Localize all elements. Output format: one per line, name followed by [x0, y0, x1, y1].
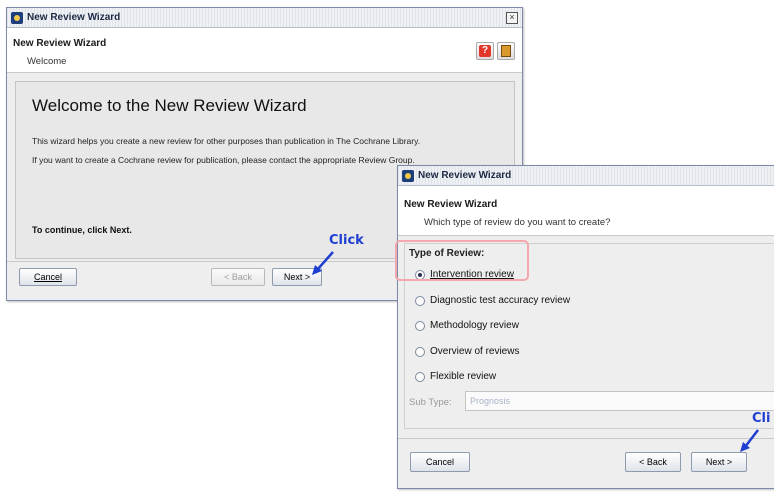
- header-subtitle: Which type of review do you want to crea…: [424, 217, 611, 228]
- wizard-header: New Review Wizard Welcome ?: [7, 28, 522, 73]
- radio-label: Diagnostic test accuracy review: [430, 295, 571, 306]
- radio-diagnostic-test-accuracy-review[interactable]: Diagnostic test accuracy review: [415, 295, 570, 306]
- radio-unselected-icon: [415, 320, 425, 331]
- radio-label: Methodology review: [430, 320, 519, 331]
- click-arrow-icon: [740, 429, 759, 452]
- review-type-title-bar[interactable]: New Review Wizard: [398, 166, 774, 186]
- radio-overview-of-reviews[interactable]: Overview of reviews: [415, 346, 519, 357]
- welcome-paragraph-2: If you want to create a Cochrane review …: [32, 155, 415, 165]
- app-icon: [402, 169, 414, 182]
- back-button[interactable]: < Back: [211, 268, 265, 286]
- back-label: < Back: [224, 272, 252, 282]
- next-label: Next >: [705, 457, 733, 467]
- next-button[interactable]: Next >: [691, 452, 747, 472]
- window-title: New Review Wizard: [27, 12, 121, 23]
- welcome-title-bar[interactable]: New Review Wizard ×: [7, 8, 522, 28]
- window-title: New Review Wizard: [418, 170, 512, 181]
- radio-flexible-review[interactable]: Flexible review: [415, 371, 496, 382]
- close-icon[interactable]: ×: [506, 12, 518, 24]
- wizard-header: New Review Wizard Which type of review d…: [398, 186, 774, 236]
- welcome-heading: Welcome to the New Review Wizard: [32, 96, 307, 115]
- radio-unselected-icon: [415, 295, 425, 306]
- radio-unselected-icon: [415, 346, 425, 357]
- cancel-label: Cancel: [425, 457, 454, 467]
- subtype-field[interactable]: Prognosis: [465, 391, 774, 411]
- question-icon: ?: [479, 45, 491, 57]
- click-annotation: Click: [329, 233, 364, 248]
- next-label: Next >: [283, 272, 311, 282]
- cancel-button[interactable]: Cancel: [410, 452, 470, 472]
- header-title: New Review Wizard: [13, 38, 107, 49]
- cancel-label: Cancel: [33, 272, 62, 282]
- subtype-value: Prognosis: [470, 396, 511, 406]
- click-arrow-icon: [312, 251, 334, 275]
- radio-unselected-icon: [415, 371, 425, 382]
- back-label: < Back: [639, 457, 667, 467]
- app-icon: [11, 11, 23, 24]
- radio-methodology-review[interactable]: Methodology review: [415, 320, 519, 331]
- help-button[interactable]: ?: [476, 42, 494, 60]
- review-type-window: New Review Wizard New Review Wizard Whic…: [397, 165, 774, 489]
- radio-label: Overview of reviews: [430, 346, 520, 357]
- cancel-button[interactable]: Cancel: [19, 268, 77, 286]
- radio-label: Flexible review: [430, 371, 497, 382]
- header-subtitle: Welcome: [27, 56, 67, 67]
- back-button[interactable]: < Back: [625, 452, 681, 472]
- welcome-paragraph-1: This wizard helps you create a new revie…: [32, 136, 421, 146]
- highlight-box: [395, 240, 529, 281]
- subtype-label: Sub Type:: [409, 397, 452, 408]
- click-annotation: Cli: [752, 411, 771, 426]
- continue-instruction: To continue, click Next.: [32, 225, 132, 235]
- footer-separator: [398, 438, 774, 439]
- header-title: New Review Wizard: [404, 199, 498, 210]
- book-button[interactable]: [497, 42, 515, 60]
- book-icon: [501, 45, 511, 57]
